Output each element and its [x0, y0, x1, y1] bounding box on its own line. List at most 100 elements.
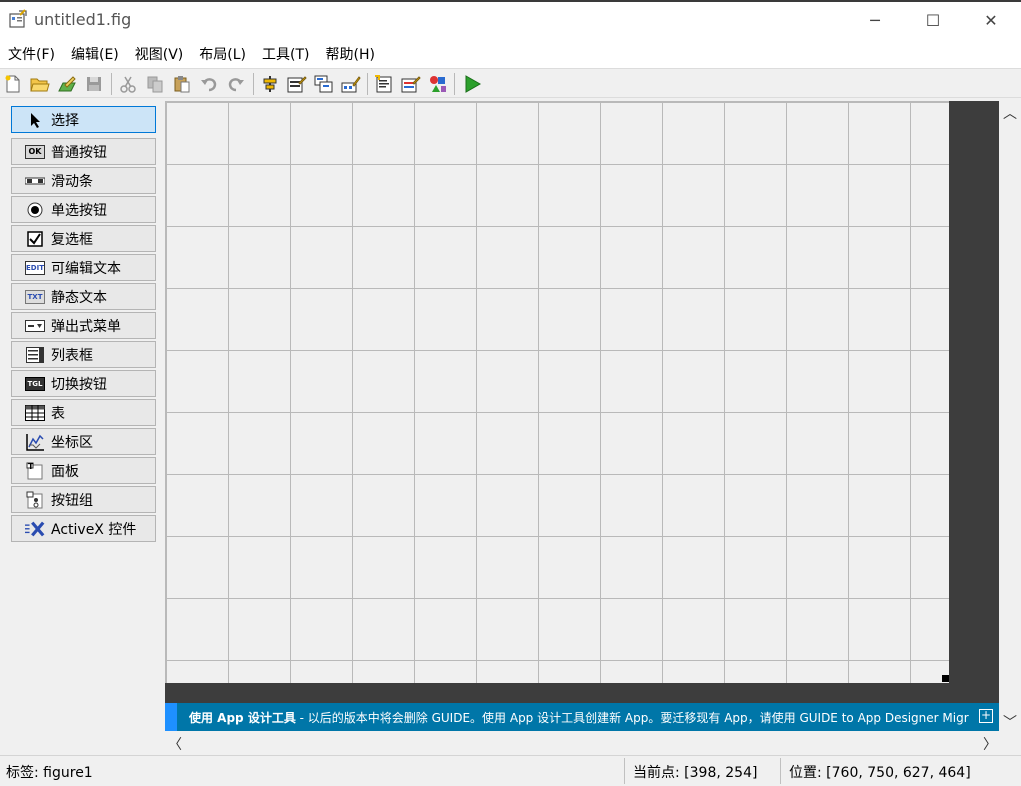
palette-checkbox[interactable]: 复选框 — [11, 225, 156, 252]
object-browser-icon[interactable] — [427, 73, 449, 95]
menu-editor-icon[interactable] — [286, 73, 308, 95]
palette-button-group[interactable]: 按钮组 — [11, 486, 156, 513]
menu-layout[interactable]: 布局(L) — [199, 44, 246, 64]
palette-label: 选择 — [51, 112, 79, 129]
copy-icon[interactable] — [144, 73, 166, 95]
palette-push-button[interactable]: OK 普通按钮 — [11, 138, 156, 165]
status-divider — [624, 758, 625, 784]
static-text-icon-text: TXT — [27, 292, 43, 301]
canvas-margin-right — [949, 101, 999, 703]
palette-select[interactable]: 选择 — [11, 106, 156, 133]
save-icon[interactable] — [83, 73, 105, 95]
palette-table[interactable]: 表 — [11, 399, 156, 426]
static-text-icon: TXT — [25, 289, 45, 304]
toggle-button-icon-text: TGL — [27, 379, 43, 388]
axes-icon — [25, 433, 45, 451]
toolbar-editor-icon[interactable] — [340, 73, 362, 95]
popup-menu-icon — [25, 318, 45, 334]
status-bar: 标签: figure1 当前点: [398, 254] 位置: [760, 75… — [0, 755, 1021, 786]
maximize-button[interactable]: ☐ — [910, 0, 956, 40]
palette-edit-text[interactable]: EDIT 可编辑文本 — [11, 254, 156, 281]
menu-help[interactable]: 帮助(H) — [326, 44, 375, 64]
palette-label: 复选框 — [51, 231, 93, 248]
menu-file[interactable]: 文件(F) — [8, 44, 55, 64]
tab-order-icon[interactable] — [313, 73, 335, 95]
banner-text: - 以后的版本中将会删除 GUIDE。使用 App 设计工具创建新 App。要迁… — [295, 710, 969, 725]
menu-view[interactable]: 视图(V) — [135, 44, 184, 64]
palette-label: 列表框 — [51, 347, 93, 364]
edit-text-icon: EDIT — [25, 260, 45, 275]
scroll-up-arrow[interactable]: ︿ — [1003, 103, 1017, 123]
activex-icon — [25, 521, 45, 537]
slider-icon — [25, 173, 45, 189]
property-inspector-icon[interactable] — [400, 73, 422, 95]
minimize-button[interactable]: ─ — [852, 0, 898, 40]
table-icon — [25, 404, 45, 421]
component-palette: 选择 OK 普通按钮 滑动条 单选按钮 复选框 EDIT 可编辑文本 TXT 静… — [0, 100, 164, 754]
edit-text-icon-text: EDIT — [26, 263, 44, 272]
cut-icon[interactable] — [117, 73, 139, 95]
status-tag: 标签: figure1 — [6, 765, 93, 781]
close-button[interactable]: ✕ — [968, 0, 1014, 40]
palette-radio-button[interactable]: 单选按钮 — [11, 196, 156, 223]
close-icon: ✕ — [984, 10, 998, 30]
palette-label: ActiveX 控件 — [51, 521, 137, 538]
canvas-margin-bottom — [165, 683, 999, 703]
scroll-right-arrow[interactable]: 〉 — [983, 734, 997, 754]
checkbox-icon — [25, 230, 45, 247]
palette-label: 坐标区 — [51, 434, 93, 451]
palette-label: 普通按钮 — [51, 144, 107, 161]
scroll-down-arrow[interactable]: ﹀ — [1003, 712, 1017, 732]
push-button-icon-text: OK — [28, 147, 42, 156]
toolbar-separator — [367, 73, 368, 95]
toolbar-separator — [253, 73, 254, 95]
status-current-point: 当前点: [398, 254] — [633, 765, 758, 781]
arrow-cursor-icon — [25, 112, 45, 128]
palette-label: 可编辑文本 — [51, 260, 121, 277]
palette-axes[interactable]: 坐标区 — [11, 428, 156, 455]
status-position: 位置: [760, 750, 627, 464] — [789, 765, 971, 781]
palette-label: 弹出式菜单 — [51, 318, 121, 335]
window-title: untitled1.fig — [34, 10, 132, 29]
redo-icon[interactable] — [225, 73, 247, 95]
undo-icon[interactable] — [198, 73, 220, 95]
toolbar-separator — [454, 73, 455, 95]
banner-expand-button[interactable]: + — [979, 709, 993, 723]
button-group-icon — [25, 491, 45, 508]
listbox-icon — [25, 346, 45, 363]
mfile-editor-icon[interactable] — [373, 73, 395, 95]
align-icon[interactable] — [259, 73, 281, 95]
palette-static-text[interactable]: TXT 静态文本 — [11, 283, 156, 310]
banner-title: 使用 App 设计工具 — [189, 710, 296, 725]
palette-label: 按钮组 — [51, 492, 93, 509]
palette-toggle-button[interactable]: TGL 切换按钮 — [11, 370, 156, 397]
maximize-icon: ☐ — [925, 10, 941, 30]
radio-button-icon — [25, 202, 45, 218]
banner-message: 使用 App 设计工具 - 以后的版本中将会删除 GUIDE。使用 App 设计… — [189, 709, 969, 726]
edit-icon[interactable] — [56, 73, 78, 95]
title-bar: untitled1.fig ─ ☐ ✕ — [0, 0, 1021, 40]
open-folder-icon[interactable] — [29, 73, 51, 95]
menu-edit[interactable]: 编辑(E) — [71, 44, 119, 64]
palette-label: 单选按钮 — [51, 202, 107, 219]
palette-label: 静态文本 — [51, 289, 107, 306]
menu-tools[interactable]: 工具(T) — [262, 44, 309, 64]
paste-icon[interactable] — [171, 73, 193, 95]
toggle-button-icon: TGL — [25, 376, 45, 391]
menu-bar: 文件(F) 编辑(E) 视图(V) 布局(L) 工具(T) 帮助(H) — [0, 40, 1021, 68]
new-file-icon[interactable] — [2, 73, 24, 95]
minimize-icon: ─ — [870, 10, 880, 30]
panel-icon-text: T — [28, 461, 34, 471]
run-icon[interactable] — [461, 73, 483, 95]
palette-panel[interactable]: T 面板 — [11, 457, 156, 484]
palette-label: 表 — [51, 405, 65, 422]
palette-activex[interactable]: ActiveX 控件 — [11, 515, 156, 542]
figure-resize-handle[interactable] — [942, 675, 949, 682]
fig-file-icon — [9, 9, 27, 28]
palette-slider[interactable]: 滑动条 — [11, 167, 156, 194]
push-button-icon: OK — [25, 144, 45, 159]
palette-listbox[interactable]: 列表框 — [11, 341, 156, 368]
palette-popup-menu[interactable]: 弹出式菜单 — [11, 312, 156, 339]
layout-grid-canvas[interactable] — [165, 101, 950, 683]
scroll-left-arrow[interactable]: 〈 — [168, 734, 182, 754]
